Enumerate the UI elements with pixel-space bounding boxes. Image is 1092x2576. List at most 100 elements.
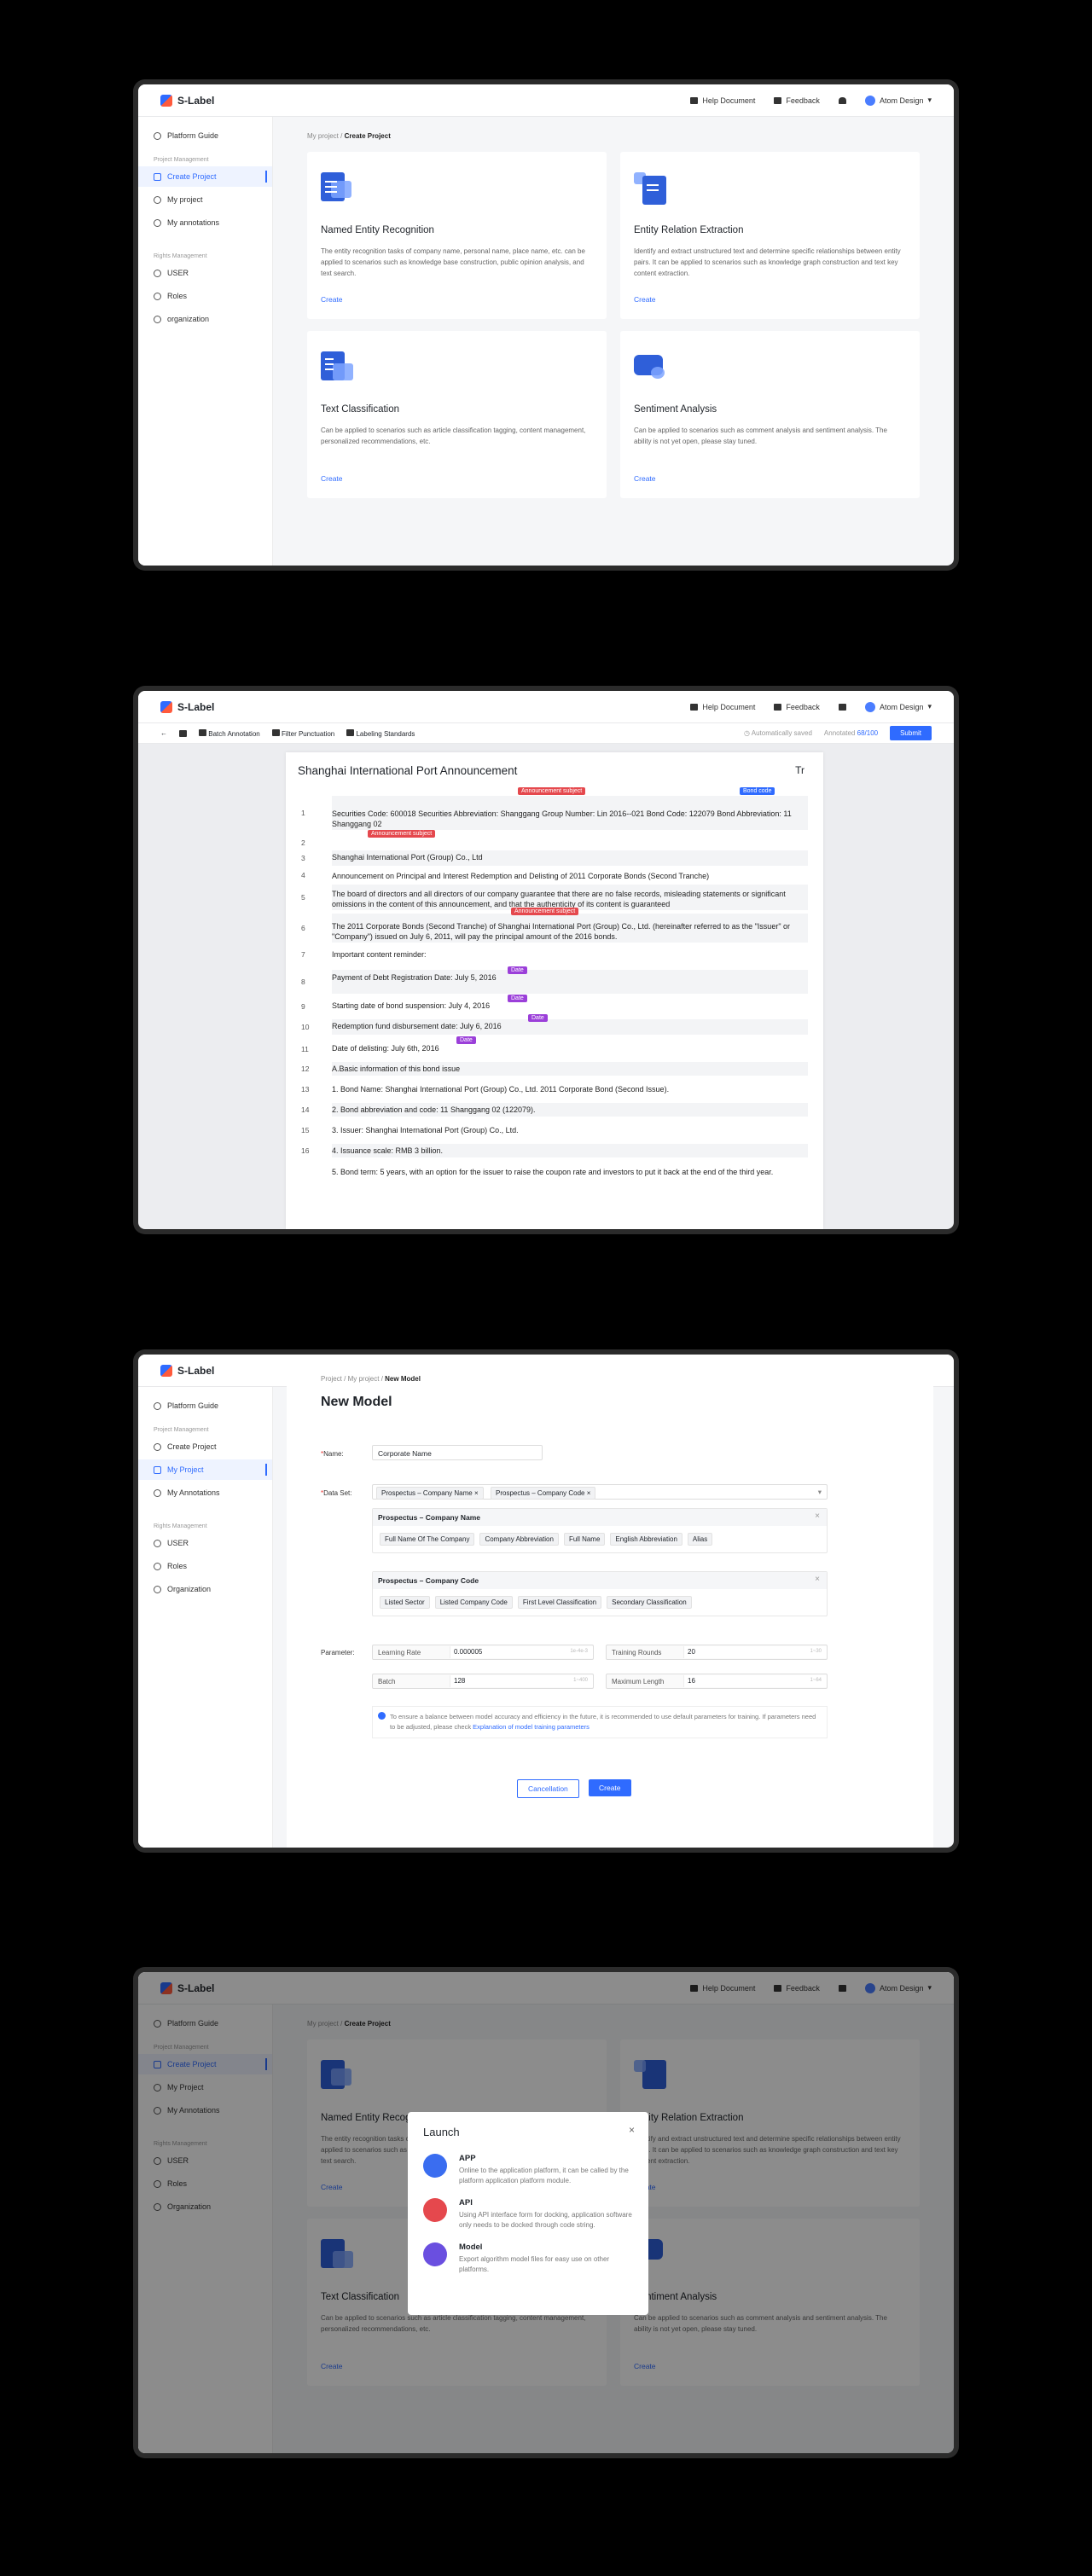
field-chip[interactable]: Full Name Of The Company (380, 1533, 475, 1546)
sidebar-item-roles[interactable]: Roles (138, 1556, 272, 1576)
launch-option-api[interactable]: API Using API interface form for docking,… (423, 2198, 633, 2231)
sidebar-item-my-annotations[interactable]: My Annotations (138, 1482, 272, 1503)
document-line[interactable]: 5. Bond term: 5 years, with an option fo… (286, 1166, 808, 1188)
line-text[interactable] (332, 837, 808, 849)
line-text[interactable]: Redemption fund disbursement date: July … (332, 1019, 808, 1035)
field-chip[interactable]: Company Abbreviation (479, 1533, 559, 1546)
sidebar-item-my-annotations[interactable]: My annotations (138, 212, 272, 233)
field-chip[interactable]: First Level Classification (517, 1596, 602, 1609)
line-text[interactable]: 1. Bond Name: Shanghai International Por… (332, 1082, 808, 1096)
document-line[interactable]: 7 Important content reminder: (286, 948, 808, 961)
maximum-length-field[interactable]: Maximum Length 16 1~64 (606, 1674, 828, 1689)
logo[interactable]: S-Label (160, 700, 214, 713)
line-text[interactable]: Securities Code: 600018 Securities Abbre… (332, 796, 808, 830)
name-input[interactable]: Corporate Name (372, 1445, 543, 1460)
close-icon[interactable]: × (474, 1489, 479, 1497)
field-chip[interactable]: Alias (687, 1533, 713, 1546)
feedback-link[interactable]: Feedback (774, 96, 820, 105)
date-tag[interactable]: Date (508, 966, 527, 974)
notification-button[interactable] (838, 96, 846, 104)
dataset-chip[interactable]: Prospectus – Company Name × (376, 1487, 484, 1500)
sidebar-item-user[interactable]: USER (138, 1533, 272, 1553)
document-line[interactable]: 14 2. Bond abbreviation and code: 11 Shan… (286, 1103, 808, 1117)
document-line[interactable]: 2 (286, 837, 808, 849)
line-text[interactable]: Important content reminder: (332, 948, 808, 961)
create-button[interactable]: Create (589, 1779, 631, 1796)
line-text[interactable]: The 2011 Corporate Bonds (Second Tranche… (332, 914, 808, 943)
date-tag[interactable]: Date (528, 1014, 548, 1022)
sidebar-item-my-project[interactable]: My project (138, 189, 272, 210)
date-tag[interactable]: Date (508, 995, 527, 1002)
document-line[interactable]: 3 Shanghai International Port (Group) Co.… (286, 850, 808, 866)
param-value[interactable]: 20 (683, 1646, 827, 1658)
document-line[interactable]: 4 Announcement on Principal and Interest … (286, 869, 808, 881)
breadcrumb-parent[interactable]: My project (307, 132, 339, 140)
labeling-standards-button[interactable]: Labeling Standards (346, 728, 415, 738)
document-line[interactable]: 8 Payment of Debt Registration Date: July… (286, 970, 808, 994)
sidebar-item-create-project[interactable]: Create Project (138, 1436, 272, 1457)
field-chip[interactable]: Full Name (563, 1533, 606, 1546)
close-icon[interactable]: × (587, 1489, 591, 1497)
sidebar-item-organization[interactable]: organization (138, 309, 272, 329)
breadcrumb-item[interactable]: My project (348, 1375, 380, 1383)
field-chip[interactable]: Listed Company Code (434, 1596, 513, 1609)
logo[interactable]: S-Label (160, 94, 214, 107)
field-chip[interactable]: English Abbreviation (610, 1533, 682, 1546)
user-menu[interactable]: Atom Design▾ (864, 95, 932, 106)
learning-rate-field[interactable]: Learning Rate 0.000005 1e-4e-3 (372, 1645, 594, 1660)
launch-option-model[interactable]: Model Export algorithm model files for ea… (423, 2242, 633, 2275)
batch-annotation-button[interactable]: Batch Annotation (199, 728, 260, 738)
document-line[interactable]: 11 Date of delisting: July 6th, 2016 (286, 1041, 808, 1057)
line-text[interactable]: A.Basic information of this bond issue (332, 1062, 808, 1076)
training-rounds-field[interactable]: Training Rounds 20 1~30 (606, 1645, 828, 1660)
create-classification-link[interactable]: Create (321, 474, 343, 483)
date-tag[interactable]: Date (456, 1036, 476, 1044)
sidebar-item-guide[interactable]: Platform Guide (138, 125, 272, 146)
breadcrumb-item[interactable]: Project (321, 1375, 342, 1383)
sidebar-item-roles[interactable]: Roles (138, 286, 272, 306)
announcement-subject-tag[interactable]: Announcement subject (511, 908, 579, 915)
sidebar-item-my-project[interactable]: My Project (138, 1459, 272, 1480)
document-line[interactable]: 5 The board of directors and all director… (286, 885, 808, 910)
dataset-select[interactable]: Prospectus – Company Name × Prospectus –… (372, 1484, 828, 1500)
document-line[interactable]: 1 Securities Code: 600018 Securities Abbr… (286, 796, 808, 830)
line-text[interactable]: Payment of Debt Registration Date: July … (332, 970, 808, 994)
back-arrow-icon[interactable]: ← (160, 729, 167, 737)
user-menu[interactable]: Atom Design▾ (864, 701, 932, 712)
field-chip[interactable]: Secondary Classification (607, 1596, 692, 1609)
line-text[interactable]: 3. Issuer: Shanghai International Port (… (332, 1123, 808, 1137)
logo[interactable]: S-Label (160, 1364, 214, 1377)
announcement-subject-tag[interactable]: Announcement subject (368, 830, 436, 838)
cancel-button[interactable]: Cancellation (517, 1779, 579, 1798)
line-text[interactable]: Announcement on Principal and Interest R… (332, 869, 808, 881)
line-text[interactable]: Starting date of bond suspension: July 4… (332, 999, 808, 1014)
text-format-icon[interactable]: Tr (795, 764, 804, 776)
line-text[interactable]: Date of delisting: July 6th, 2016 (332, 1041, 808, 1057)
line-text[interactable]: The board of directors and all directors… (332, 885, 808, 910)
sidebar-item-organization[interactable]: Organization (138, 1579, 272, 1599)
document-line[interactable]: 6 The 2011 Corporate Bonds (Second Tranch… (286, 914, 808, 943)
line-text[interactable]: 2. Bond abbreviation and code: 11 Shangg… (332, 1103, 808, 1117)
help-document-link[interactable]: Help Document (690, 96, 755, 105)
sidebar-item-user[interactable]: USER (138, 263, 272, 283)
announcement-subject-tag[interactable]: Announcement subject (518, 787, 586, 795)
create-sentiment-link[interactable]: Create (634, 474, 656, 483)
param-value[interactable]: 16 (683, 1675, 827, 1687)
close-icon[interactable]: × (629, 2124, 635, 2136)
line-text[interactable]: 4. Issuance scale: RMB 3 billion. (332, 1144, 808, 1157)
parameters-explanation-link[interactable]: Explanation of model training parameters (473, 1723, 590, 1731)
document-line[interactable]: 12 A.Basic information of this bond issue (286, 1062, 808, 1076)
line-text[interactable]: Shanghai International Port (Group) Co.,… (332, 850, 808, 866)
document-line[interactable]: 16 4. Issuance scale: RMB 3 billion. (286, 1144, 808, 1157)
create-relation-link[interactable]: Create (634, 295, 656, 304)
notification-button[interactable] (838, 703, 846, 711)
launch-option-app[interactable]: APP Online to the application platform, i… (423, 2154, 633, 2186)
help-document-link[interactable]: Help Document (690, 703, 755, 711)
filter-punctuation-button[interactable]: Filter Punctuation (271, 728, 334, 738)
create-ner-link[interactable]: Create (321, 295, 343, 304)
sidebar-item-guide[interactable]: Platform Guide (138, 1395, 272, 1416)
submit-button[interactable]: Submit (890, 726, 932, 740)
document-line[interactable]: 9 Starting date of bond suspension: July … (286, 999, 808, 1014)
document-line[interactable]: 13 1. Bond Name: Shanghai International P… (286, 1082, 808, 1096)
dataset-chip[interactable]: Prospectus – Company Code × (491, 1487, 596, 1500)
